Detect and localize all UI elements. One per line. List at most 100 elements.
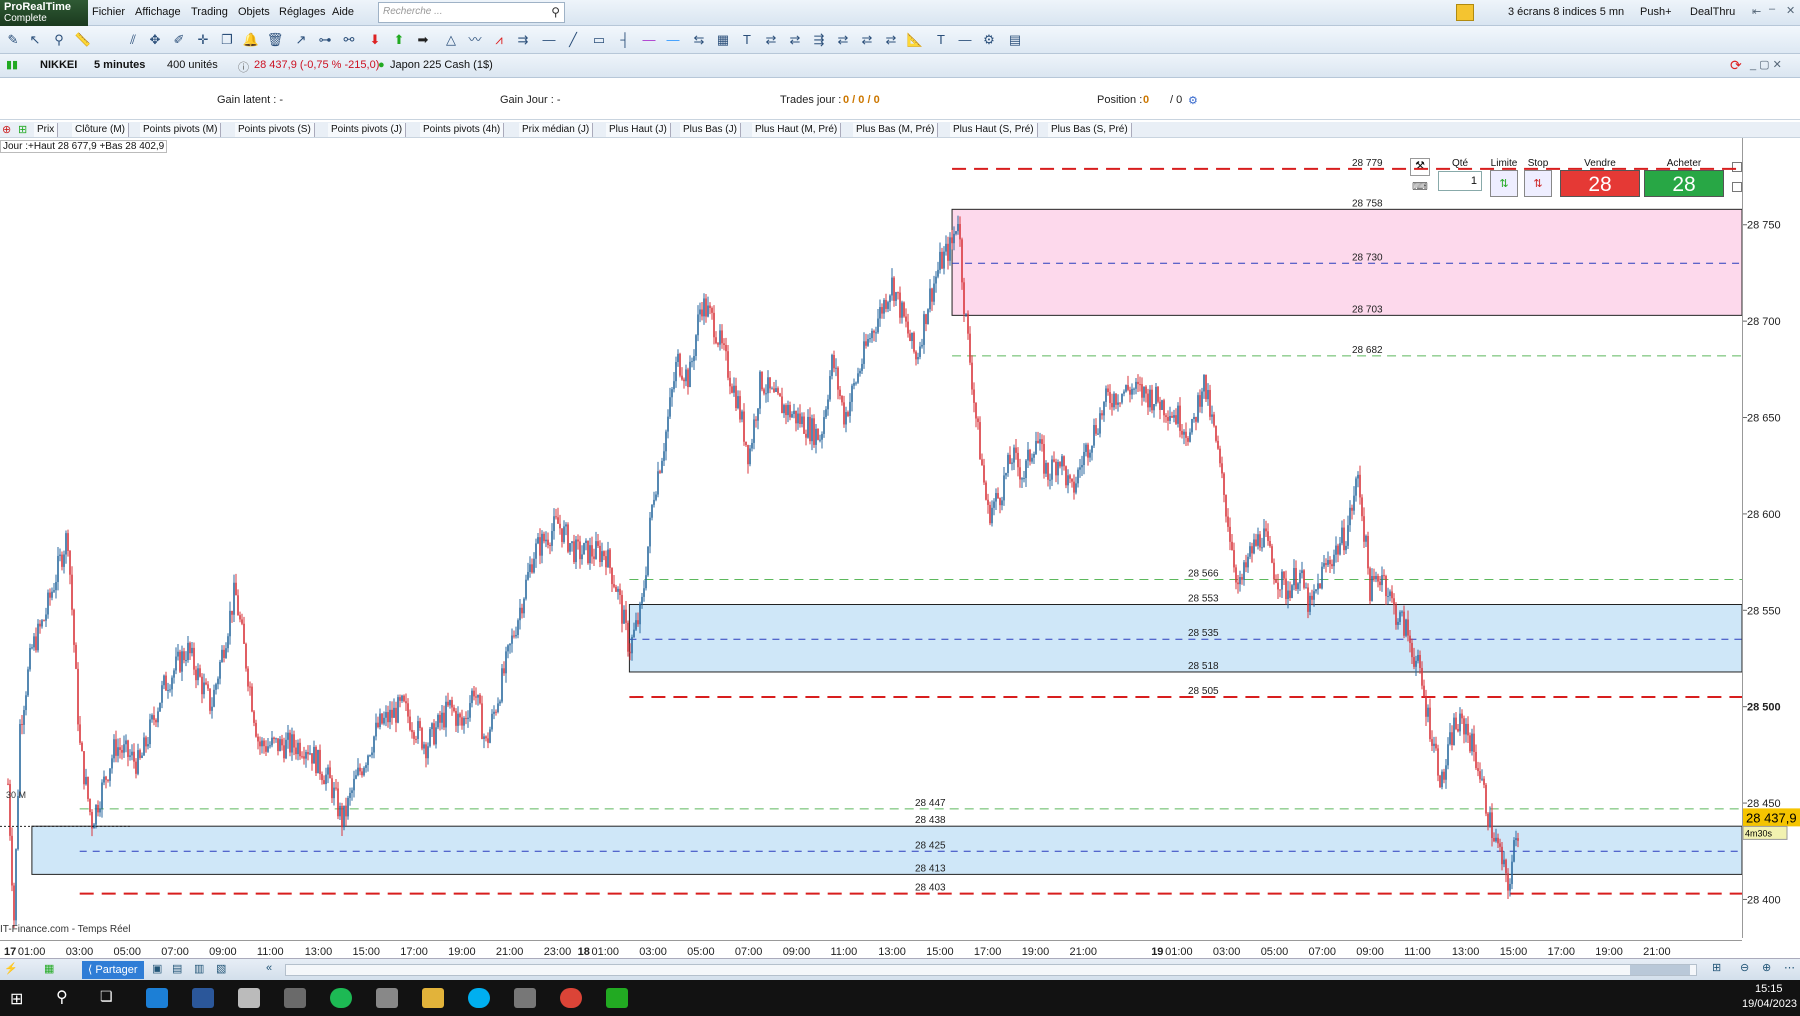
trash-icon[interactable]: 🗑 xyxy=(266,31,284,49)
up-arrow-icon[interactable]: ⬆ xyxy=(390,31,408,49)
spotify-icon[interactable] xyxy=(330,988,352,1008)
scrollbar-thumb[interactable] xyxy=(1630,965,1690,975)
extra-icon[interactable]: ⋯ xyxy=(1784,961,1795,974)
push-menu[interactable]: Push+ xyxy=(1640,6,1672,18)
close-icon[interactable]: ✕ xyxy=(1786,4,1795,17)
chart-settings-icon[interactable]: ▮▮ xyxy=(6,58,18,71)
task-view-icon[interactable]: ❏ xyxy=(100,988,113,1005)
diagonal-line-icon[interactable]: ╱ xyxy=(564,31,582,49)
layout-icon[interactable]: ▦ xyxy=(44,962,54,975)
ruler2-icon[interactable]: 📐 xyxy=(906,31,924,49)
chrome-icon[interactable] xyxy=(560,988,582,1008)
menu-trading[interactable]: Trading xyxy=(191,6,228,18)
minimize-icon[interactable]: – xyxy=(1769,3,1775,15)
indicator-cloture-m[interactable]: Clôture (M) xyxy=(72,123,130,137)
price-chart[interactable]: 28 779 28 758 28 730 28 703 28 682 28 566 28 5… xyxy=(0,138,1743,938)
menu-reglages[interactable]: Réglages xyxy=(279,6,325,18)
skype-icon[interactable] xyxy=(468,988,490,1008)
zone-icon-2[interactable]: ⇄ xyxy=(786,31,804,49)
indicator-plus-haut-s[interactable]: Plus Haut (S, Pré) xyxy=(950,123,1038,137)
info-icon[interactable]: ⓘ xyxy=(238,59,249,75)
tool-icon-3[interactable]: ▥ xyxy=(194,962,204,975)
cursor-icon[interactable]: ↖ xyxy=(26,31,44,49)
timeframe-select[interactable]: 5 minutes xyxy=(94,59,145,71)
zone-icon-6[interactable]: ⇄ xyxy=(882,31,900,49)
clock-time[interactable]: 15:15 xyxy=(1755,983,1783,995)
scroll-left-icon[interactable]: « xyxy=(266,962,272,974)
symbol-select[interactable]: NIKKEI xyxy=(40,59,77,71)
blue-line-icon[interactable]: — xyxy=(664,31,682,49)
zone-icon-5[interactable]: ⇄ xyxy=(858,31,876,49)
position-settings-icon[interactable]: ⚙ xyxy=(1188,94,1198,107)
ruler-icon[interactable]: 📏 xyxy=(74,31,92,49)
indicator-pivots-4h[interactable]: Points pivots (4h) xyxy=(420,123,505,137)
arrows-icon[interactable]: ⇆ xyxy=(690,31,708,49)
word-icon[interactable] xyxy=(192,988,214,1008)
rectangle-icon[interactable]: ▭ xyxy=(590,31,608,49)
menu-affichage[interactable]: Affichage xyxy=(135,6,181,18)
lines-icon[interactable]: ⫽ xyxy=(124,31,142,49)
share-button[interactable]: ⟨ Partager xyxy=(82,961,144,979)
refresh-icon[interactable]: ⟳ xyxy=(1730,57,1742,74)
drive-icon[interactable] xyxy=(238,988,260,1008)
chart-canvas[interactable]: 28 779 28 758 28 730 28 703 28 682 28 566 28 5… xyxy=(0,138,1743,938)
alert-icon[interactable]: 🔔 xyxy=(242,31,260,49)
segment-icon[interactable]: ⊶ xyxy=(316,31,334,49)
zone-icon-3[interactable]: ⇶ xyxy=(810,31,828,49)
settings-icon[interactable]: ⚙ xyxy=(980,31,998,49)
crosshair-icon[interactable]: ✥ xyxy=(146,31,164,49)
indicator-plus-bas-m[interactable]: Plus Bas (M, Pré) xyxy=(853,123,939,137)
screens-icon[interactable] xyxy=(1456,4,1474,21)
table-icon[interactable]: ▤ xyxy=(1006,31,1024,49)
text2-icon[interactable]: T xyxy=(932,31,950,49)
chart-icon[interactable]: ⊞ xyxy=(18,123,27,136)
fit-icon[interactable]: ⊞ xyxy=(1712,961,1721,974)
link-icon[interactable]: ⚯ xyxy=(340,31,358,49)
grid-icon[interactable]: ▦ xyxy=(714,31,732,49)
tool-icon-1[interactable]: ▣ xyxy=(152,962,162,975)
text-icon[interactable]: T xyxy=(738,31,756,49)
folder-icon[interactable] xyxy=(422,988,444,1008)
dealthru-menu[interactable]: DealThru xyxy=(1690,6,1735,18)
windows-start-icon[interactable]: ⊞ xyxy=(10,989,23,1009)
tool-icon-4[interactable]: ▧ xyxy=(216,962,226,975)
calculator-icon[interactable] xyxy=(514,988,536,1008)
purple-line-icon[interactable]: — xyxy=(640,31,658,49)
fibonacci-icon[interactable]: ⩘ xyxy=(490,31,508,49)
prorealtime-taskbar-icon[interactable] xyxy=(606,988,628,1008)
back-icon[interactable]: ⇤ xyxy=(1752,5,1761,18)
indicator-prix-median[interactable]: Prix médian (J) xyxy=(519,123,594,137)
store-icon[interactable] xyxy=(146,988,168,1008)
indicator-prix[interactable]: Prix xyxy=(34,123,59,137)
arrow-line-icon[interactable]: ↗ xyxy=(292,31,310,49)
move-icon[interactable]: ✛ xyxy=(194,31,212,49)
screens-menu[interactable]: 3 écrans 8 indices 5 mn xyxy=(1508,6,1624,18)
indicator-pivots-j[interactable]: Points pivots (J) xyxy=(328,123,407,137)
menu-aide[interactable]: Aide xyxy=(332,6,354,18)
zoom-icon[interactable]: ⚲ xyxy=(50,31,68,49)
zone-icon-4[interactable]: ⇄ xyxy=(834,31,852,49)
channel-icon[interactable]: ⇉ xyxy=(514,31,532,49)
zone-icon-1[interactable]: ⇄ xyxy=(762,31,780,49)
pencil-icon[interactable]: ✎ xyxy=(4,31,22,49)
pen-icon[interactable]: ✐ xyxy=(170,31,188,49)
right-arrow-icon[interactable]: ➡ xyxy=(414,31,432,49)
price-axis[interactable]: 28 750 28 700 28 650 28 600 28 550 28 500 28 4… xyxy=(1742,138,1800,938)
menu-fichier[interactable]: Fichier xyxy=(92,6,125,18)
clock-date[interactable]: 19/04/2023 xyxy=(1742,998,1797,1010)
scrollbar[interactable] xyxy=(285,964,1697,976)
indicator-plus-haut-m[interactable]: Plus Haut (M, Pré) xyxy=(752,123,842,137)
indicator-plus-bas-j[interactable]: Plus Bas (J) xyxy=(680,123,741,137)
indicator-pivots-s[interactable]: Points pivots (S) xyxy=(235,123,315,137)
bottom-logo-icon[interactable]: ⚡ xyxy=(4,962,18,975)
search-input[interactable]: Recherche ... ⚲ xyxy=(378,2,565,23)
triangle-icon[interactable]: △ xyxy=(442,31,460,49)
menu-objets[interactable]: Objets xyxy=(238,6,270,18)
units-select[interactable]: 400 unités xyxy=(167,59,218,71)
zoom-in-icon[interactable]: ⊕ xyxy=(1762,961,1771,974)
search-icon[interactable]: ⚲ xyxy=(551,5,560,19)
hline-icon[interactable]: ┤ xyxy=(616,31,634,49)
hline2-icon[interactable]: — xyxy=(956,31,974,49)
add-indicator-icon[interactable]: ⊕ xyxy=(2,123,11,136)
wave-icon[interactable]: 〰 xyxy=(466,31,484,49)
